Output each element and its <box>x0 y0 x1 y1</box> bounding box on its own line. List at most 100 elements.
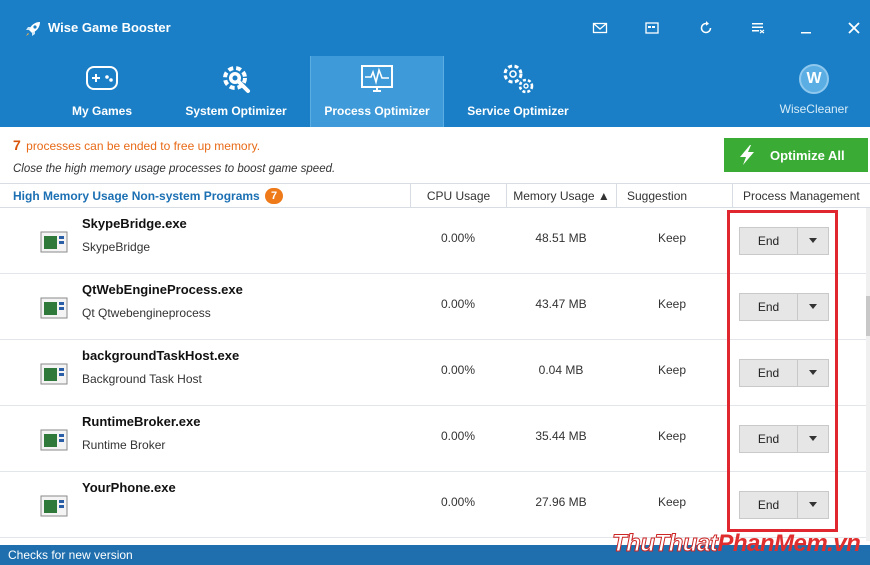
process-name: backgroundTaskHost.exe <box>82 348 240 363</box>
cpu-usage: 0.00% <box>440 297 476 311</box>
memory-usage: 48.51 MB <box>535 231 587 245</box>
check-updates-link[interactable]: Checks for new version <box>8 548 133 562</box>
skin-button[interactable] <box>639 15 665 41</box>
end-button[interactable]: End <box>740 360 798 386</box>
summary-text: processes can be ended to free up memory… <box>26 139 261 153</box>
table-title-text: High Memory Usage Non-system Programs <box>13 189 260 203</box>
cpu-usage: 0.00% <box>440 495 476 509</box>
suggestion: Keep <box>657 363 686 377</box>
tab-process-optimizer-label: Process Optimizer <box>324 104 430 118</box>
col-suggestion[interactable]: Suggestion <box>616 184 712 208</box>
end-split-button: End <box>739 293 829 321</box>
end-split-button: End <box>739 227 829 255</box>
hint-text: Close the high memory usage processes to… <box>13 163 336 175</box>
close-icon <box>848 22 860 34</box>
gear-wrench-icon <box>223 66 250 93</box>
minimize-icon <box>801 32 811 34</box>
end-dropdown-button[interactable] <box>798 294 828 320</box>
close-button[interactable] <box>841 15 867 41</box>
process-name: QtWebEngineProcess.exe <box>82 282 243 297</box>
memory-usage: 0.04 MB <box>538 363 584 377</box>
process-description: SkypeBridge <box>82 240 151 254</box>
cpu-usage: 0.00% <box>440 429 476 443</box>
program-icon <box>40 363 68 385</box>
title-bar: Wise Game Booster <box>0 0 870 56</box>
cpu-usage: 0.00% <box>440 231 476 245</box>
end-button[interactable]: End <box>740 492 798 518</box>
table-row[interactable]: QtWebEngineProcess.exe Qt Qtwebenginepro… <box>0 274 866 340</box>
tab-process-optimizer[interactable]: Process Optimizer <box>310 56 444 127</box>
col-cpu-usage[interactable]: CPU Usage <box>410 184 506 208</box>
suggestion: Keep <box>657 297 686 311</box>
tab-service-optimizer-label: Service Optimizer <box>467 104 569 118</box>
optimize-all-label: Optimize All <box>770 147 845 163</box>
refresh-icon <box>700 21 712 34</box>
tab-my-games-label: My Games <box>71 104 133 118</box>
gears-icon <box>503 64 534 94</box>
memory-usage: 35.44 MB <box>535 429 587 443</box>
count-badge: 7 <box>265 188 284 204</box>
end-button[interactable]: End <box>740 426 798 452</box>
end-button[interactable]: End <box>740 294 798 320</box>
wisecleaner-link[interactable]: W WiseCleaner <box>766 64 862 116</box>
rocket-icon <box>26 22 40 36</box>
pulse-monitor-icon <box>361 65 393 92</box>
process-name: SkypeBridge.exe <box>82 216 187 231</box>
lightning-icon <box>740 145 754 165</box>
refresh-button[interactable] <box>693 15 719 41</box>
tab-service-optimizer[interactable]: Service Optimizer <box>456 56 580 127</box>
feedback-button[interactable] <box>587 15 613 41</box>
col-memory-usage[interactable]: Memory Usage ▲ <box>506 184 616 208</box>
scrollbar-thumb[interactable] <box>866 296 870 336</box>
memory-usage: 43.47 MB <box>535 297 587 311</box>
table-row[interactable]: backgroundTaskHost.exe Background Task H… <box>0 340 866 406</box>
caret-down-icon <box>809 502 817 507</box>
tab-system-optimizer[interactable]: System Optimizer <box>172 56 300 127</box>
table-row[interactable]: RuntimeBroker.exe Runtime Broker 0.00% 3… <box>0 406 866 472</box>
caret-down-icon <box>809 304 817 309</box>
window-icon <box>645 22 659 34</box>
process-description: Background Task Host <box>82 372 202 386</box>
program-icon <box>40 429 68 451</box>
caret-down-icon <box>809 436 817 441</box>
process-count: 7 <box>13 137 21 153</box>
process-description: Runtime Broker <box>82 438 166 452</box>
end-dropdown-button[interactable] <box>798 492 828 518</box>
program-icon <box>40 297 68 319</box>
end-split-button: End <box>739 425 829 453</box>
col-process-management[interactable]: Process Management <box>732 184 870 208</box>
program-icon <box>40 231 68 253</box>
suggestion: Keep <box>657 495 686 509</box>
tab-system-optimizer-label: System Optimizer <box>185 104 287 118</box>
caret-down-icon <box>809 370 817 375</box>
end-split-button: End <box>739 491 829 519</box>
menu-button[interactable] <box>745 15 771 41</box>
watermark: ThuThuatPhanMem.vn <box>611 530 861 558</box>
end-dropdown-button[interactable] <box>798 228 828 254</box>
table-row[interactable]: SkypeBridge.exe SkypeBridge 0.00% 48.51 … <box>0 208 866 274</box>
watermark-part1: ThuThuat <box>611 530 718 558</box>
scrollbar[interactable] <box>866 208 870 541</box>
summary-line: 7 processes can be ended to free up memo… <box>13 137 260 153</box>
watermark-part2: PhanMem.vn <box>717 530 861 557</box>
cpu-usage: 0.00% <box>440 363 476 377</box>
process-name: RuntimeBroker.exe <box>82 414 201 429</box>
optimize-all-button[interactable]: Optimize All <box>724 138 868 172</box>
end-dropdown-button[interactable] <box>798 426 828 452</box>
program-icon <box>40 495 68 517</box>
minimize-button[interactable] <box>793 15 819 41</box>
caret-down-icon <box>809 238 817 243</box>
end-split-button: End <box>739 359 829 387</box>
end-button[interactable]: End <box>740 228 798 254</box>
table-row[interactable]: YourPhone.exe 0.00% 27.96 MB Keep End <box>0 472 866 538</box>
suggestion: Keep <box>657 231 686 245</box>
app-title: Wise Game Booster <box>48 20 171 35</box>
main-tabs: My Games System Optimizer Process Optimi… <box>0 56 870 127</box>
suggestion: Keep <box>657 429 686 443</box>
end-dropdown-button[interactable] <box>798 360 828 386</box>
tab-my-games[interactable]: My Games <box>52 56 152 127</box>
table-title: High Memory Usage Non-system Programs 7 <box>13 184 284 208</box>
process-description: Qt Qtwebengineprocess <box>82 306 211 320</box>
gamepad-icon <box>86 66 118 90</box>
menu-icon <box>752 23 765 34</box>
